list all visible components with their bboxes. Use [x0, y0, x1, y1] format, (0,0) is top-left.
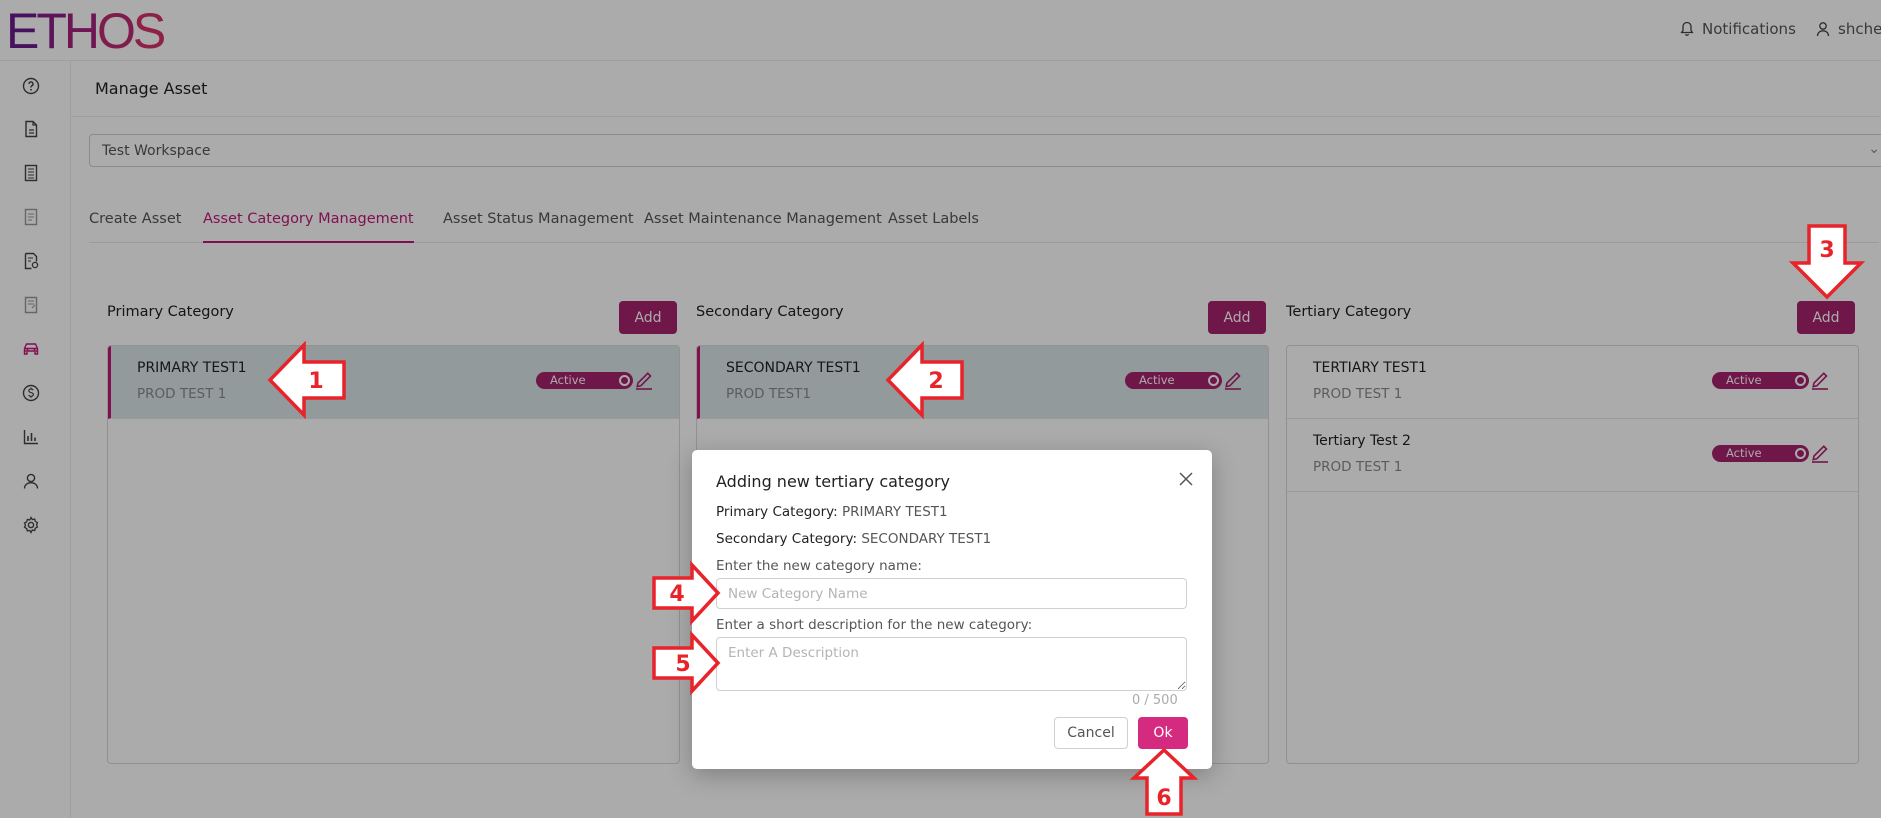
cancel-button[interactable]: Cancel	[1054, 717, 1128, 749]
annotation-arrow-1: 1	[267, 340, 348, 423]
ok-button[interactable]: Ok	[1138, 717, 1188, 749]
primary-category-info: Primary Category: PRIMARY TEST1	[716, 504, 948, 520]
category-name-input[interactable]	[716, 578, 1187, 609]
close-icon[interactable]	[1175, 468, 1197, 490]
annotation-number: 2	[928, 369, 943, 394]
annotation-arrow-6: 6	[1129, 747, 1199, 818]
secondary-category-value: SECONDARY TEST1	[861, 531, 992, 547]
annotation-arrow-5: 5	[652, 630, 721, 698]
primary-category-value: PRIMARY TEST1	[842, 504, 948, 520]
annotation-number: 1	[308, 369, 323, 394]
category-description-input[interactable]	[716, 637, 1187, 691]
description-field-label: Enter a short description for the new ca…	[716, 617, 1033, 633]
add-tertiary-category-dialog: Adding new tertiary category Primary Cat…	[692, 450, 1212, 769]
name-field-label: Enter the new category name:	[716, 558, 922, 574]
dialog-title: Adding new tertiary category	[716, 472, 951, 491]
primary-category-label: Primary Category:	[716, 504, 838, 520]
annotation-number: 4	[669, 582, 684, 607]
secondary-category-label: Secondary Category:	[716, 531, 858, 547]
annotation-number: 5	[675, 652, 690, 677]
annotation-arrow-2: 2	[885, 340, 966, 423]
annotation-arrow-4: 4	[652, 560, 721, 628]
annotation-number: 3	[1819, 238, 1834, 263]
secondary-category-info: Secondary Category: SECONDARY TEST1	[716, 531, 991, 547]
annotation-number: 6	[1156, 786, 1171, 811]
character-counter: 0 / 500	[1132, 693, 1178, 708]
annotation-arrow-3: 3	[1788, 223, 1866, 303]
